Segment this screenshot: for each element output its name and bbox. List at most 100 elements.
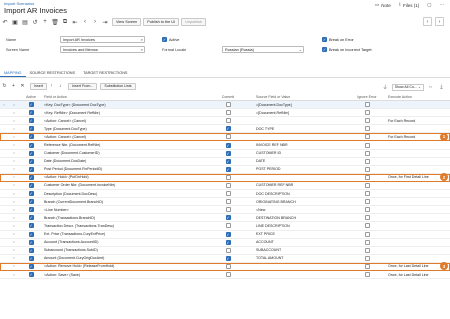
move-up-icon[interactable]: ↑ xyxy=(47,81,56,91)
col-execute-action[interactable]: Execute Action xyxy=(386,95,450,99)
table-row[interactable]: ▫ ✓ Branch (CurrentDocument.BranchID) ORIGI… xyxy=(0,198,450,207)
field-or-action-cell[interactable]: Ext. Price (Transactions.CuryExtPrice) xyxy=(42,232,202,236)
commit-checkbox[interactable]: ✓ xyxy=(225,239,231,245)
ignore-error-checkbox[interactable] xyxy=(364,263,370,269)
active-checkbox[interactable]: ✓ xyxy=(28,231,34,237)
source-field-cell[interactable]: CUSTOMER REF NBR xyxy=(254,183,348,187)
commit-checkbox[interactable] xyxy=(225,207,231,213)
publish-button[interactable]: Publish to the UI xyxy=(143,18,180,26)
active-checkbox[interactable]: ✓ xyxy=(28,263,34,269)
table-row[interactable]: ▫ ✓ <Action: Cancel> (Cancel) For Each Reco… xyxy=(0,132,450,142)
active-checkbox[interactable]: ✓ xyxy=(28,150,34,156)
table-row[interactable]: ▫ ✓ Customer (Document.CustomerID) ✓ CUSTOME… xyxy=(0,150,450,158)
table-row[interactable]: ▫ ✓ Ext. Price (Transactions.CuryExtPrice)… xyxy=(0,231,450,239)
active-checkbox[interactable]: ✓ xyxy=(28,118,34,124)
commit-checkbox[interactable]: ✓ xyxy=(225,126,231,132)
row-selector-icon[interactable]: › xyxy=(0,103,8,107)
ignore-error-checkbox[interactable] xyxy=(364,158,370,164)
break-on-target-checkbox[interactable]: ✓ Break on Incorrect Target xyxy=(322,47,372,52)
table-row[interactable]: ▫ ✓ Post Period (Document.FinPeriodID) ✓ POS… xyxy=(0,166,450,174)
ignore-error-checkbox[interactable] xyxy=(364,231,370,237)
table-row[interactable]: ▫ ✓ <Action: Remove Hold> (ReleaseFromHold… xyxy=(0,262,450,271)
ignore-error-checkbox[interactable] xyxy=(364,126,370,132)
row-note-icon[interactable]: ▫ xyxy=(8,273,20,277)
active-checkbox[interactable]: ✓ xyxy=(28,239,34,245)
active-checkbox[interactable]: ✓ xyxy=(28,110,34,116)
fit-icon[interactable]: ⇔ xyxy=(426,82,435,92)
active-checkbox[interactable]: ✓ xyxy=(28,126,34,132)
active-checkbox[interactable]: ✓ xyxy=(28,272,34,278)
commit-checkbox[interactable] xyxy=(225,134,231,140)
table-row[interactable]: ▫ ✓ Transaction Descr. (Transactions.TranD… xyxy=(0,222,450,231)
ignore-error-checkbox[interactable] xyxy=(364,191,370,197)
row-note-icon[interactable]: ▫ xyxy=(8,111,20,115)
active-checkbox[interactable]: ✓ Active xyxy=(162,37,179,42)
row-note-icon[interactable]: ▫ xyxy=(8,175,20,179)
table-row[interactable]: ▫ ✓ Date (Document.DocDate) ✓ DATE xyxy=(0,158,450,166)
col-field-or-action[interactable]: Field or Action xyxy=(42,95,202,99)
show-all-columns-select[interactable]: Show All Co... ⌄ xyxy=(391,83,424,91)
table-row[interactable]: ▫ ✓ <Action: Cancel> (Cancel) For Each Reco… xyxy=(0,117,450,126)
field-or-action-cell[interactable]: Customer (Document.CustomerID) xyxy=(42,151,202,155)
row-note-icon[interactable]: ▫ xyxy=(8,200,20,204)
field-or-action-cell[interactable]: Branch (Transactions.BranchID) xyxy=(42,216,202,220)
row-note-icon[interactable]: ▫ xyxy=(8,192,20,196)
commit-checkbox[interactable] xyxy=(225,191,231,197)
commit-checkbox[interactable]: ✓ xyxy=(225,231,231,237)
files-button[interactable]: ⌇ Files (1) xyxy=(399,2,419,8)
row-note-icon[interactable]: ▫ xyxy=(8,208,20,212)
field-or-action-cell[interactable]: <Key: RefNbr> (Document RefNbr) xyxy=(42,111,202,115)
copy-icon[interactable]: ⧉ xyxy=(60,17,70,27)
ignore-error-checkbox[interactable] xyxy=(364,247,370,253)
table-row[interactable]: ▫ ✓ Account (Transactions.AccountID) ✓ ACCOU… xyxy=(0,239,450,247)
commit-checkbox[interactable] xyxy=(225,247,231,253)
save-icon[interactable]: ▣ xyxy=(10,17,20,27)
field-or-action-cell[interactable]: <Action: Hold> (PutOnHold) xyxy=(42,175,202,179)
active-checkbox[interactable]: ✓ xyxy=(28,102,34,108)
move-down-icon[interactable]: ↓ xyxy=(56,81,65,91)
checkbox[interactable]: ✓ xyxy=(322,47,327,52)
screen-name-field[interactable]: Invoices and Memos ⌕ xyxy=(60,46,145,53)
refresh-icon[interactable]: ↻ xyxy=(0,81,9,91)
field-or-action-cell[interactable]: Account (Transactions.AccountID) xyxy=(42,240,202,244)
execute-action-cell[interactable]: For Each Record xyxy=(386,119,450,123)
field-or-action-cell[interactable]: Date (Document.DocDate) xyxy=(42,159,202,163)
active-checkbox[interactable]: ✓ xyxy=(28,247,34,253)
commit-checkbox[interactable]: ✓ xyxy=(225,142,231,148)
ignore-error-checkbox[interactable] xyxy=(364,223,370,229)
active-checkbox[interactable]: ✓ xyxy=(28,199,34,205)
source-field-cell[interactable]: INVOICE REF NBR xyxy=(254,143,348,147)
forward-icon[interactable]: › xyxy=(435,17,444,26)
customization-button[interactable]: ▢ xyxy=(427,2,431,8)
ignore-error-checkbox[interactable] xyxy=(364,110,370,116)
delete-icon[interactable]: 🗑 xyxy=(50,17,60,27)
ignore-error-checkbox[interactable] xyxy=(364,199,370,205)
commit-checkbox[interactable] xyxy=(225,199,231,205)
commit-checkbox[interactable]: ✓ xyxy=(225,158,231,164)
delete-row-icon[interactable]: ✕ xyxy=(18,81,27,91)
active-checkbox[interactable]: ✓ xyxy=(28,174,34,180)
commit-checkbox[interactable] xyxy=(225,263,231,269)
source-field-cell[interactable]: POST PERIOD xyxy=(254,167,348,171)
export-icon[interactable]: ⤓ xyxy=(437,82,446,92)
row-note-icon[interactable]: ▫ xyxy=(8,216,20,220)
table-row[interactable]: ▫ ✓ Description (Document.DocDesc) DOC DESC… xyxy=(0,190,450,199)
ignore-error-checkbox[interactable] xyxy=(364,215,370,221)
row-note-icon[interactable]: ▫ xyxy=(8,127,20,131)
add-row-icon[interactable]: + xyxy=(9,81,18,91)
commit-checkbox[interactable]: ✓ xyxy=(225,215,231,221)
row-note-icon[interactable]: ▫ xyxy=(8,135,20,139)
row-note-icon[interactable]: ▫ xyxy=(8,151,20,155)
break-on-error-checkbox[interactable]: ✓ Break on Error xyxy=(322,37,354,42)
format-locale-select[interactable]: Russian (Russia) ⌄ xyxy=(222,46,304,53)
ignore-error-checkbox[interactable] xyxy=(364,272,370,278)
save-close-icon[interactable]: ▤ xyxy=(20,17,30,27)
tab-mapping[interactable]: MAPPING xyxy=(0,69,26,77)
tab-target-restrictions[interactable]: TARGET RESTRICTIONS xyxy=(79,69,131,77)
ignore-error-checkbox[interactable] xyxy=(364,207,370,213)
commit-checkbox[interactable] xyxy=(225,110,231,116)
filter-icon[interactable]: ⏚ xyxy=(381,82,390,92)
row-note-icon[interactable]: ▫ xyxy=(8,143,20,147)
field-or-action-cell[interactable]: Type (Document.DocType) xyxy=(42,127,202,131)
table-row[interactable]: ▫ ✓ Branch (Transactions.BranchID) ✓ DESTINA… xyxy=(0,214,450,223)
